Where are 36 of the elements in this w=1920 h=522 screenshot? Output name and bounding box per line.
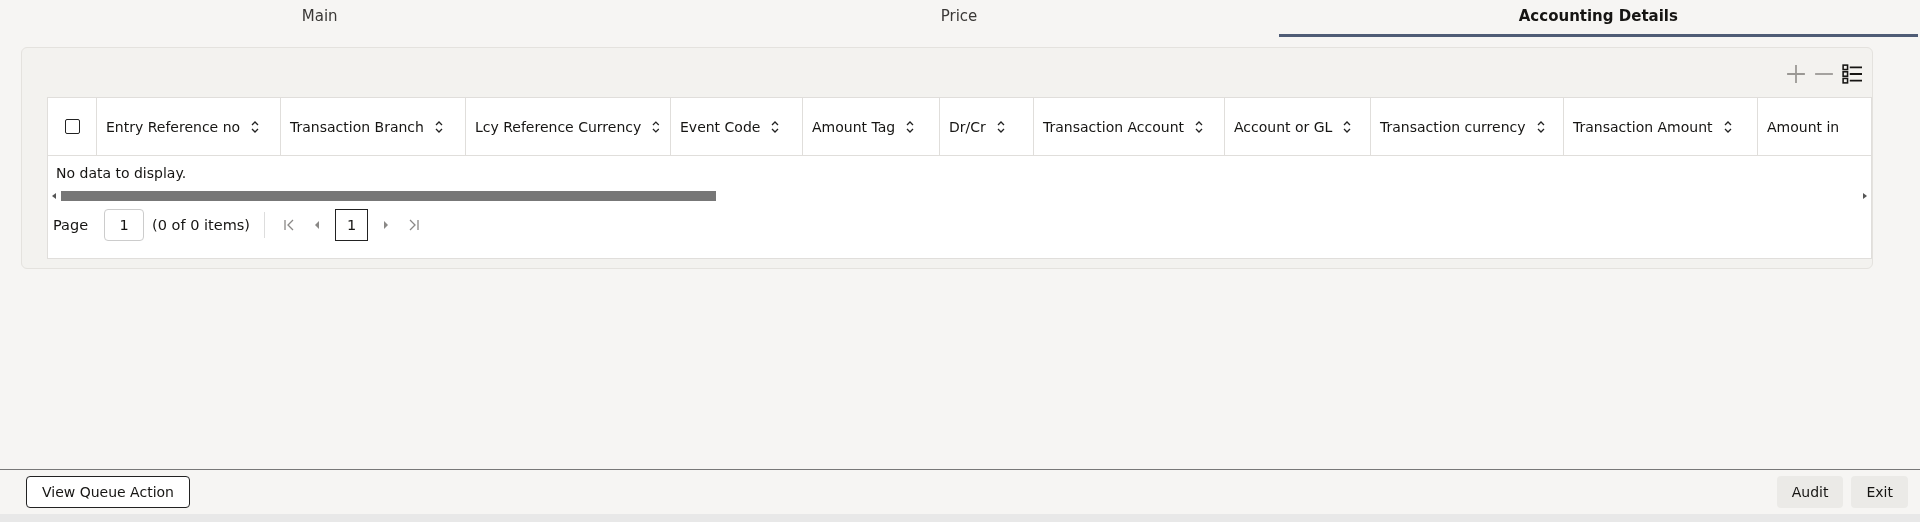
sort-icon[interactable] xyxy=(905,119,916,134)
column-list-icon[interactable] xyxy=(1842,64,1862,84)
scroll-left-icon[interactable] xyxy=(52,193,56,199)
sort-icon[interactable] xyxy=(1342,119,1353,134)
checkbox[interactable] xyxy=(64,119,80,134)
footer-button[interactable]: Audit xyxy=(1776,476,1844,508)
sort-icon[interactable] xyxy=(1535,119,1546,134)
page-number[interactable]: 1 xyxy=(335,209,368,241)
column-header[interactable]: Amount Tag xyxy=(812,118,896,135)
page-field[interactable]: 1 xyxy=(104,209,145,241)
column-header[interactable]: Transaction Branch xyxy=(290,118,424,135)
sort-icon[interactable] xyxy=(433,119,444,134)
column-header[interactable]: Lcy Reference Currency xyxy=(475,118,642,135)
view-queue-action-button[interactable]: View Queue Action xyxy=(26,476,190,508)
sort-icon[interactable] xyxy=(1722,119,1733,134)
column-header[interactable]: Dr/Cr xyxy=(949,118,986,135)
column-header[interactable]: Entry Reference no xyxy=(106,118,241,135)
column-header[interactable]: Amount in xyxy=(1767,118,1840,135)
footer-button[interactable]: Exit xyxy=(1851,476,1908,508)
empty-message: No data to display. xyxy=(56,164,187,181)
column-header[interactable]: Transaction currency xyxy=(1380,118,1526,135)
sort-icon[interactable] xyxy=(651,119,661,134)
tab[interactable]: Main xyxy=(0,0,640,37)
column-header[interactable]: Event Code xyxy=(680,118,761,135)
item-count: (0 of 0 items) xyxy=(152,217,250,233)
page-label: Page xyxy=(53,217,89,233)
sort-icon[interactable] xyxy=(770,119,781,134)
sort-icon[interactable] xyxy=(250,119,261,134)
scroll-right-icon[interactable] xyxy=(1863,193,1867,199)
column-header[interactable]: Account or GL xyxy=(1234,118,1333,135)
sort-icon[interactable] xyxy=(995,119,1006,134)
tab[interactable]: Price xyxy=(639,0,1279,37)
column-header[interactable]: Transaction Account xyxy=(1043,118,1185,135)
column-header[interactable]: Transaction Amount xyxy=(1573,118,1713,135)
sort-icon[interactable] xyxy=(1194,119,1205,134)
tab[interactable]: Accounting Details xyxy=(1278,0,1918,37)
